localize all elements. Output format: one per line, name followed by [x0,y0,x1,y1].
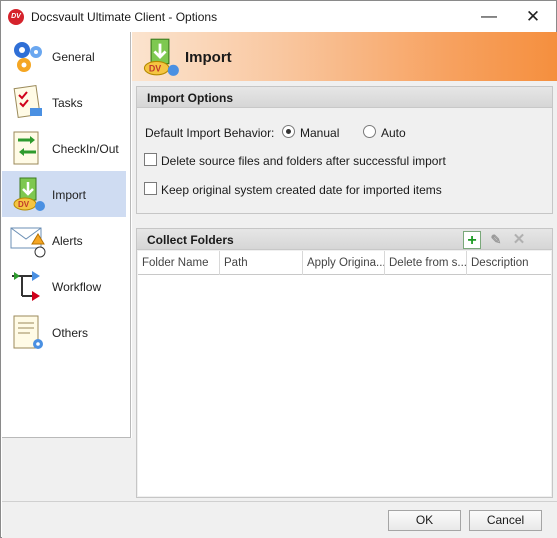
minimize-button[interactable]: — [466,1,512,32]
delete-source-checkbox[interactable] [144,153,157,166]
sidebar-item-label: Alerts [52,234,83,248]
edit-folder-button[interactable]: ✎ [487,231,505,249]
sidebar-item-label: General [52,50,95,64]
sidebar-item-alerts[interactable]: Alerts [2,217,126,263]
svg-text:DV: DV [149,63,161,73]
import-behavior-label: Default Import Behavior: [145,126,275,140]
svg-text:DV: DV [18,200,30,209]
sidebar-footer-area [2,438,132,501]
manual-radio-label[interactable]: Manual [300,126,339,140]
keep-date-checkbox[interactable] [144,182,157,195]
group-header: Import Options [137,87,552,108]
page-title: Import [185,49,232,66]
group-title: Collect Folders [147,233,234,247]
sidebar-item-tasks[interactable]: Tasks [2,79,126,125]
add-folder-button[interactable]: + [463,231,481,249]
sidebar-item-label: Tasks [52,96,83,110]
import-icon: DV [13,177,45,211]
task-checklist-icon [13,85,42,118]
grid-header-row: Folder Name Path Apply Origina... Delete… [138,251,551,275]
cancel-button[interactable]: Cancel [469,510,542,531]
manual-radio[interactable] [282,125,295,138]
workflow-arrows-icon [12,271,40,301]
sidebar-item-general[interactable]: General [2,33,126,79]
group-title: Import Options [147,91,233,105]
sidebar-item-import[interactable]: DV Import [2,171,126,217]
import-icon: DV [143,38,179,76]
sidebar-item-checkinout[interactable]: CheckIn/Out [2,125,126,171]
options-window: DV Docsvault Ultimate Client - Options —… [0,0,557,538]
close-button[interactable]: ✕ [510,1,556,32]
auto-radio[interactable] [363,125,376,138]
column-header-folder-name[interactable]: Folder Name [138,251,220,275]
group-header: Collect Folders + ✎ ✕ [137,229,552,250]
keep-date-label[interactable]: Keep original system created date for im… [161,183,442,197]
delete-folder-button[interactable]: ✕ [510,231,528,249]
column-header-description[interactable]: Description [467,251,551,275]
sidebar-item-label: Import [52,188,87,202]
document-arrows-icon [13,131,39,165]
gears-icon [14,42,42,72]
import-options-group: Import Options Default Import Behavior: … [136,86,553,214]
auto-radio-label[interactable]: Auto [381,126,406,140]
sidebar-item-label: Others [52,326,89,340]
sidebar-item-label: Workflow [52,280,102,294]
sidebar-item-label: CheckIn/Out [52,142,119,156]
section-header: DV Import [132,32,557,81]
ok-button[interactable]: OK [388,510,461,531]
collect-folders-group: Collect Folders + ✎ ✕ Folder Name Path A… [136,228,553,498]
window-title: Docsvault Ultimate Client - Options [31,10,218,24]
title-bar: DV Docsvault Ultimate Client - Options —… [1,1,556,32]
delete-source-label[interactable]: Delete source files and folders after su… [161,154,446,168]
options-sidebar: General Tasks CheckIn/Out DV Import Aler… [2,32,131,438]
options-main-panel: DV Import Import Options Default Import … [132,32,557,502]
docsvault-logo-icon: DV [8,9,24,25]
envelope-alert-icon [10,227,46,258]
column-header-apply-original[interactable]: Apply Origina... [303,251,385,275]
folders-grid[interactable]: Folder Name Path Apply Origina... Delete… [138,251,551,496]
column-header-path[interactable]: Path [220,251,303,275]
sidebar-item-workflow[interactable]: Workflow [2,263,126,309]
document-gear-icon [13,315,43,349]
sidebar-item-others[interactable]: Others [2,309,126,355]
column-header-delete-from-source[interactable]: Delete from s... [385,251,467,275]
dialog-footer: OK Cancel [2,501,557,538]
